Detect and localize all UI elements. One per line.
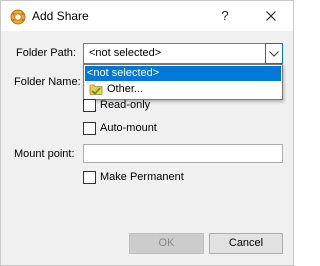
folder-path-dropdown-list: <not selected> Other... [83, 64, 283, 100]
mount-point-input[interactable] [83, 144, 283, 163]
mount-point-label: Mount point: [14, 148, 75, 160]
dialog-title: Add Share [32, 9, 89, 23]
read-only-checkbox[interactable] [83, 99, 96, 112]
dropdown-option-other[interactable]: Other... [85, 82, 281, 97]
cancel-button[interactable]: Cancel [209, 233, 283, 254]
auto-mount-label[interactable]: Auto-mount [100, 122, 157, 134]
auto-mount-checkbox[interactable] [83, 122, 96, 135]
title-bar[interactable]: Add Share ? [1, 1, 293, 31]
ok-button[interactable]: OK [129, 233, 204, 254]
close-icon [266, 11, 276, 21]
make-permanent-checkbox[interactable] [83, 171, 96, 184]
folder-icon [89, 84, 103, 95]
combo-dropdown-button[interactable] [265, 43, 283, 64]
folder-name-label: Folder Name: [14, 76, 81, 88]
chevron-down-icon [269, 51, 279, 57]
add-share-dialog: Add Share ? Folder Path: <not selected> … [0, 0, 294, 266]
virtualbox-icon [10, 9, 26, 25]
read-only-label[interactable]: Read-only [100, 99, 150, 111]
folder-path-value: <not selected> [89, 47, 162, 59]
folder-path-combobox[interactable]: <not selected> [83, 43, 283, 64]
close-button[interactable] [259, 4, 283, 28]
dropdown-option-not-selected[interactable]: <not selected> [85, 66, 281, 81]
help-button[interactable]: ? [213, 4, 237, 28]
dropdown-option-other-label: Other... [107, 83, 144, 95]
make-permanent-label[interactable]: Make Permanent [100, 171, 184, 183]
folder-path-label: Folder Path: [16, 47, 76, 59]
